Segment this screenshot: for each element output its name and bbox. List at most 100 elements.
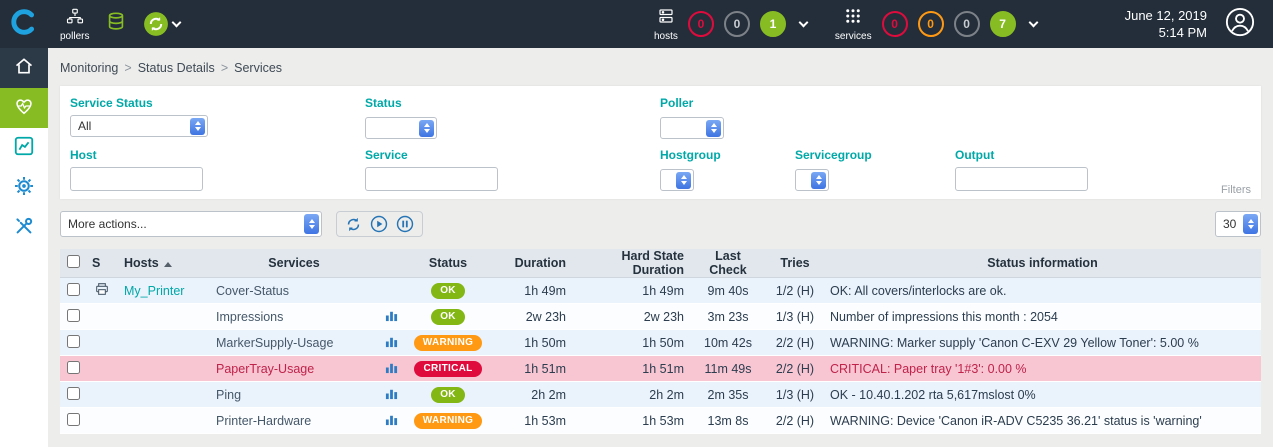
status-information-cell: Number of impressions this month : 2054 — [824, 304, 1261, 330]
service-status-select[interactable]: All — [70, 115, 208, 137]
header-hard-state-duration[interactable]: Hard State Duration — [572, 249, 690, 278]
duration-cell: 1h 49m — [492, 278, 572, 304]
row-checkbox[interactable] — [67, 335, 80, 348]
tries-cell: 2/2 (H) — [766, 330, 824, 356]
pollers-label: pollers — [60, 31, 89, 42]
row-checkbox[interactable] — [67, 361, 80, 374]
select-all-checkbox[interactable] — [67, 255, 80, 268]
hard-state-duration-cell: 1h 51m — [572, 356, 690, 382]
service-link[interactable]: Ping — [216, 388, 241, 402]
heart-pulse-icon — [13, 95, 35, 122]
refresh-button[interactable] — [345, 216, 362, 233]
service-link[interactable]: MarkerSupply-Usage — [216, 336, 333, 350]
select-stepper-icon — [676, 172, 691, 189]
host-input[interactable] — [70, 167, 203, 191]
header-tries[interactable]: Tries — [766, 249, 824, 278]
services-chevron-down-icon[interactable] — [1028, 18, 1038, 28]
header-hosts[interactable]: Hosts — [118, 249, 210, 278]
table-header-row: S Hosts Services Status Duration Hard St… — [60, 249, 1261, 278]
services-warning-counter[interactable]: 0 — [918, 11, 944, 37]
host-link[interactable]: My_Printer — [124, 284, 184, 298]
select-stepper-icon — [190, 118, 205, 135]
output-input[interactable] — [955, 167, 1088, 191]
tries-cell: 1/2 (H) — [766, 278, 824, 304]
pause-button[interactable] — [396, 215, 414, 233]
hosts-up-counter[interactable]: 1 — [760, 11, 786, 37]
hard-state-duration-cell: 1h 49m — [572, 278, 690, 304]
header-last-check[interactable]: Last Check — [690, 249, 766, 278]
status-information-cell: OK - 10.40.1.202 rta 5,617mslost 0% — [824, 382, 1261, 408]
services-icon — [844, 7, 862, 30]
tries-cell: 2/2 (H) — [766, 408, 824, 434]
hostgroup-select[interactable] — [660, 169, 694, 191]
user-avatar[interactable] — [1225, 7, 1255, 42]
breadcrumb-status-details[interactable]: Status Details — [138, 61, 215, 75]
status-badge: WARNING — [414, 413, 482, 429]
printer-host-icon — [94, 286, 110, 300]
hosts-unknown-counter[interactable]: 0 — [724, 11, 750, 37]
header-status[interactable]: Status — [404, 249, 492, 278]
service-input[interactable] — [365, 167, 498, 191]
sidebar — [0, 48, 48, 447]
hosts-critical-counter[interactable]: 0 — [688, 11, 714, 37]
service-status-value: All — [78, 119, 91, 133]
chart-icon — [13, 135, 35, 162]
graph-icon[interactable] — [385, 337, 398, 351]
sidebar-item-monitoring[interactable] — [0, 88, 48, 128]
services-ok-counter[interactable]: 7 — [990, 11, 1016, 37]
service-link[interactable]: Cover-Status — [216, 284, 289, 298]
header-status-information[interactable]: Status information — [824, 249, 1261, 278]
servicegroup-select[interactable] — [795, 169, 829, 191]
breadcrumb-monitoring[interactable]: Monitoring — [60, 61, 118, 75]
last-check-cell: 10m 42s — [690, 330, 766, 356]
last-check-cell: 2m 35s — [690, 382, 766, 408]
centreon-logo[interactable] — [0, 0, 48, 48]
poller-label: Poller — [660, 96, 795, 110]
hosts-chevron-down-icon[interactable] — [798, 18, 808, 28]
graph-icon[interactable] — [385, 363, 398, 377]
breadcrumb-services[interactable]: Services — [234, 61, 282, 75]
more-actions-select[interactable]: More actions... — [60, 211, 322, 237]
last-check-cell: 3m 23s — [690, 304, 766, 330]
graph-icon[interactable] — [385, 311, 398, 325]
pollers-menu[interactable]: pollers — [60, 7, 89, 42]
service-link[interactable]: Printer-Hardware — [216, 414, 311, 428]
service-row-critical: PaperTray-Usage CRITICAL 1h 51m 1h 51m 1… — [60, 356, 1261, 382]
poller-database-icon[interactable] — [105, 11, 127, 38]
page-size-select[interactable]: 30 — [1215, 211, 1261, 237]
services-critical-counter[interactable]: 0 — [882, 11, 908, 37]
services-menu[interactable]: services — [835, 7, 872, 42]
sidebar-item-administration[interactable] — [0, 208, 48, 248]
sidebar-item-configuration[interactable] — [0, 168, 48, 208]
output-label: Output — [955, 148, 1251, 162]
status-badge: OK — [431, 309, 465, 325]
status-information-cell: WARNING: Device 'Canon iR-ADV C5235 36.2… — [824, 408, 1261, 434]
hard-state-duration-cell: 1h 50m — [572, 330, 690, 356]
hosts-label: hosts — [654, 31, 678, 42]
services-unknown-counter[interactable]: 0 — [954, 11, 980, 37]
poller-state-icon[interactable] — [143, 11, 180, 37]
sidebar-item-reporting[interactable] — [0, 128, 48, 168]
graph-icon[interactable] — [385, 415, 398, 429]
header-duration[interactable]: Duration — [492, 249, 572, 278]
row-checkbox[interactable] — [67, 283, 80, 296]
play-button[interactable] — [370, 215, 388, 233]
sidebar-item-home[interactable] — [0, 48, 48, 88]
hard-state-duration-cell: 2w 23h — [572, 304, 690, 330]
poller-select[interactable] — [660, 117, 724, 139]
tools-icon — [13, 215, 35, 242]
field-servicegroup: Servicegroup — [795, 148, 955, 191]
row-checkbox[interactable] — [67, 413, 80, 426]
select-stepper-icon — [811, 172, 826, 189]
pollers-icon — [66, 7, 84, 30]
header-services[interactable]: Services — [210, 249, 378, 278]
hosts-menu[interactable]: hosts — [654, 7, 678, 42]
service-link[interactable]: Impressions — [216, 310, 283, 324]
status-information-cell: OK: All covers/interlocks are ok. — [824, 278, 1261, 304]
status-select[interactable] — [365, 117, 437, 139]
row-checkbox[interactable] — [67, 309, 80, 322]
main-content: Monitoring > Status Details > Services S… — [48, 61, 1273, 434]
row-checkbox[interactable] — [67, 387, 80, 400]
graph-icon[interactable] — [385, 389, 398, 403]
service-link[interactable]: PaperTray-Usage — [216, 362, 314, 376]
